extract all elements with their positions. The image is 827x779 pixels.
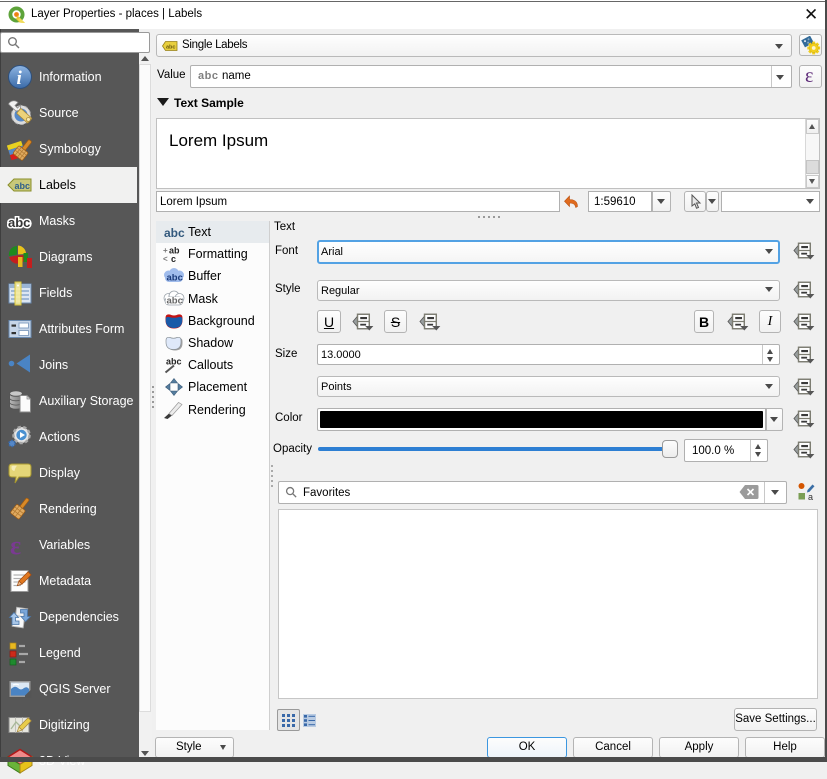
svg-text:abc: abc <box>164 226 185 240</box>
svg-text:abc: abc <box>166 45 175 51</box>
svg-text:abc: abc <box>167 273 183 284</box>
svg-text:abc: abc <box>167 295 183 306</box>
svg-text:ε: ε <box>10 532 21 558</box>
svg-text:c: c <box>171 254 176 263</box>
svg-text:i: i <box>17 68 23 89</box>
svg-text:<: < <box>163 255 168 264</box>
svg-text:abc: abc <box>15 181 31 191</box>
svg-text:abc: abc <box>166 357 182 367</box>
svg-text:abc: abc <box>8 215 30 230</box>
svg-text:a: a <box>808 492 813 502</box>
